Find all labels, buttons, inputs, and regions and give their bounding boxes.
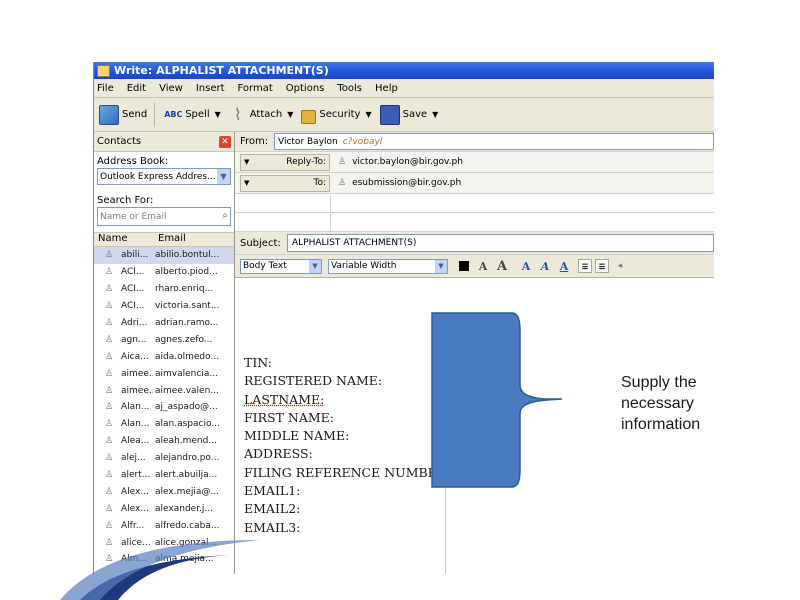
supply-information-note: Supply the necessary information (621, 372, 700, 435)
brace-callout-shape (431, 312, 563, 488)
note-line-2: necessary (621, 395, 694, 412)
note-line-1: Supply the (621, 374, 697, 391)
note-line-3: information (621, 416, 701, 433)
slide-corner-decoration-stripe (60, 540, 260, 600)
annotation-overlay (0, 312, 563, 600)
